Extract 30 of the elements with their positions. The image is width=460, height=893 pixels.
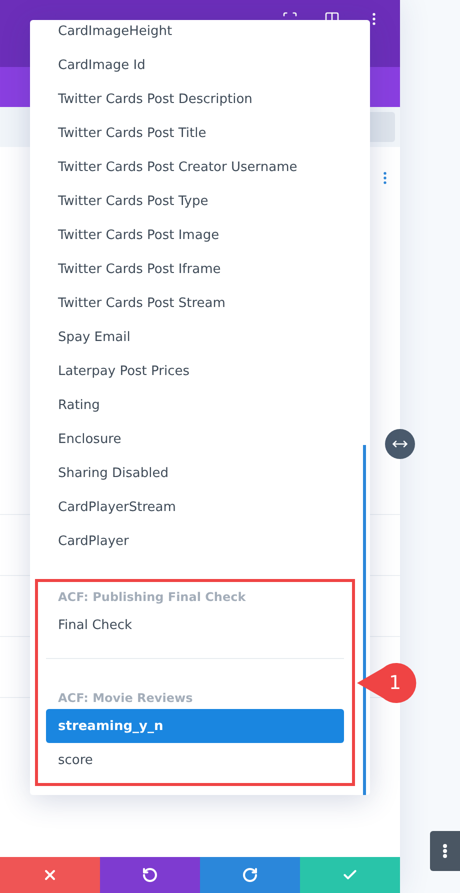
dropdown-option[interactable]: CardPlayer: [30, 524, 370, 558]
resize-handle[interactable]: [385, 429, 415, 459]
dropdown-option[interactable]: Twitter Cards Post Description: [30, 82, 370, 116]
dropdown-option[interactable]: Twitter Cards Post Type: [30, 184, 370, 218]
dropdown-option[interactable]: CardImageHeight: [30, 20, 370, 48]
dropdown-option[interactable]: CardImage Id: [30, 48, 370, 82]
undo-button[interactable]: [100, 857, 200, 893]
dropdown-option[interactable]: Twitter Cards Post Iframe: [30, 252, 370, 286]
dropdown-option[interactable]: Twitter Cards Post Stream: [30, 286, 370, 320]
dropdown-option[interactable]: Rating: [30, 388, 370, 422]
dropdown-option[interactable]: Sharing Disabled: [30, 456, 370, 490]
selected-option[interactable]: streaming_y_n: [46, 709, 344, 743]
dropdown-option[interactable]: Twitter Cards Post Image: [30, 218, 370, 252]
redo-button[interactable]: [200, 857, 300, 893]
dropdown-option[interactable]: Laterpay Post Prices: [30, 354, 370, 388]
group-heading: ACF: Movie Reviews: [57, 690, 194, 707]
more-icon: [443, 844, 447, 858]
dropdown-option[interactable]: Twitter Cards Post Creator Username: [30, 150, 370, 184]
more-button[interactable]: [430, 831, 460, 871]
redo-icon: [242, 867, 258, 883]
undo-icon: [142, 867, 158, 883]
dropdown-option[interactable]: score: [30, 743, 370, 777]
dropdown-option[interactable]: Spay Email: [30, 320, 370, 354]
dropdown-option[interactable]: CardPlayerStream: [30, 490, 370, 524]
dropdown-option[interactable]: Final Check: [30, 608, 370, 642]
group-heading: ACF: Publishing Final Check: [57, 589, 247, 606]
close-icon: [42, 867, 58, 883]
dropdown-option[interactable]: Enclosure: [30, 422, 370, 456]
dropdown-option[interactable]: Twitter Cards Post Title: [30, 116, 370, 150]
callout-number: 1: [388, 672, 402, 694]
